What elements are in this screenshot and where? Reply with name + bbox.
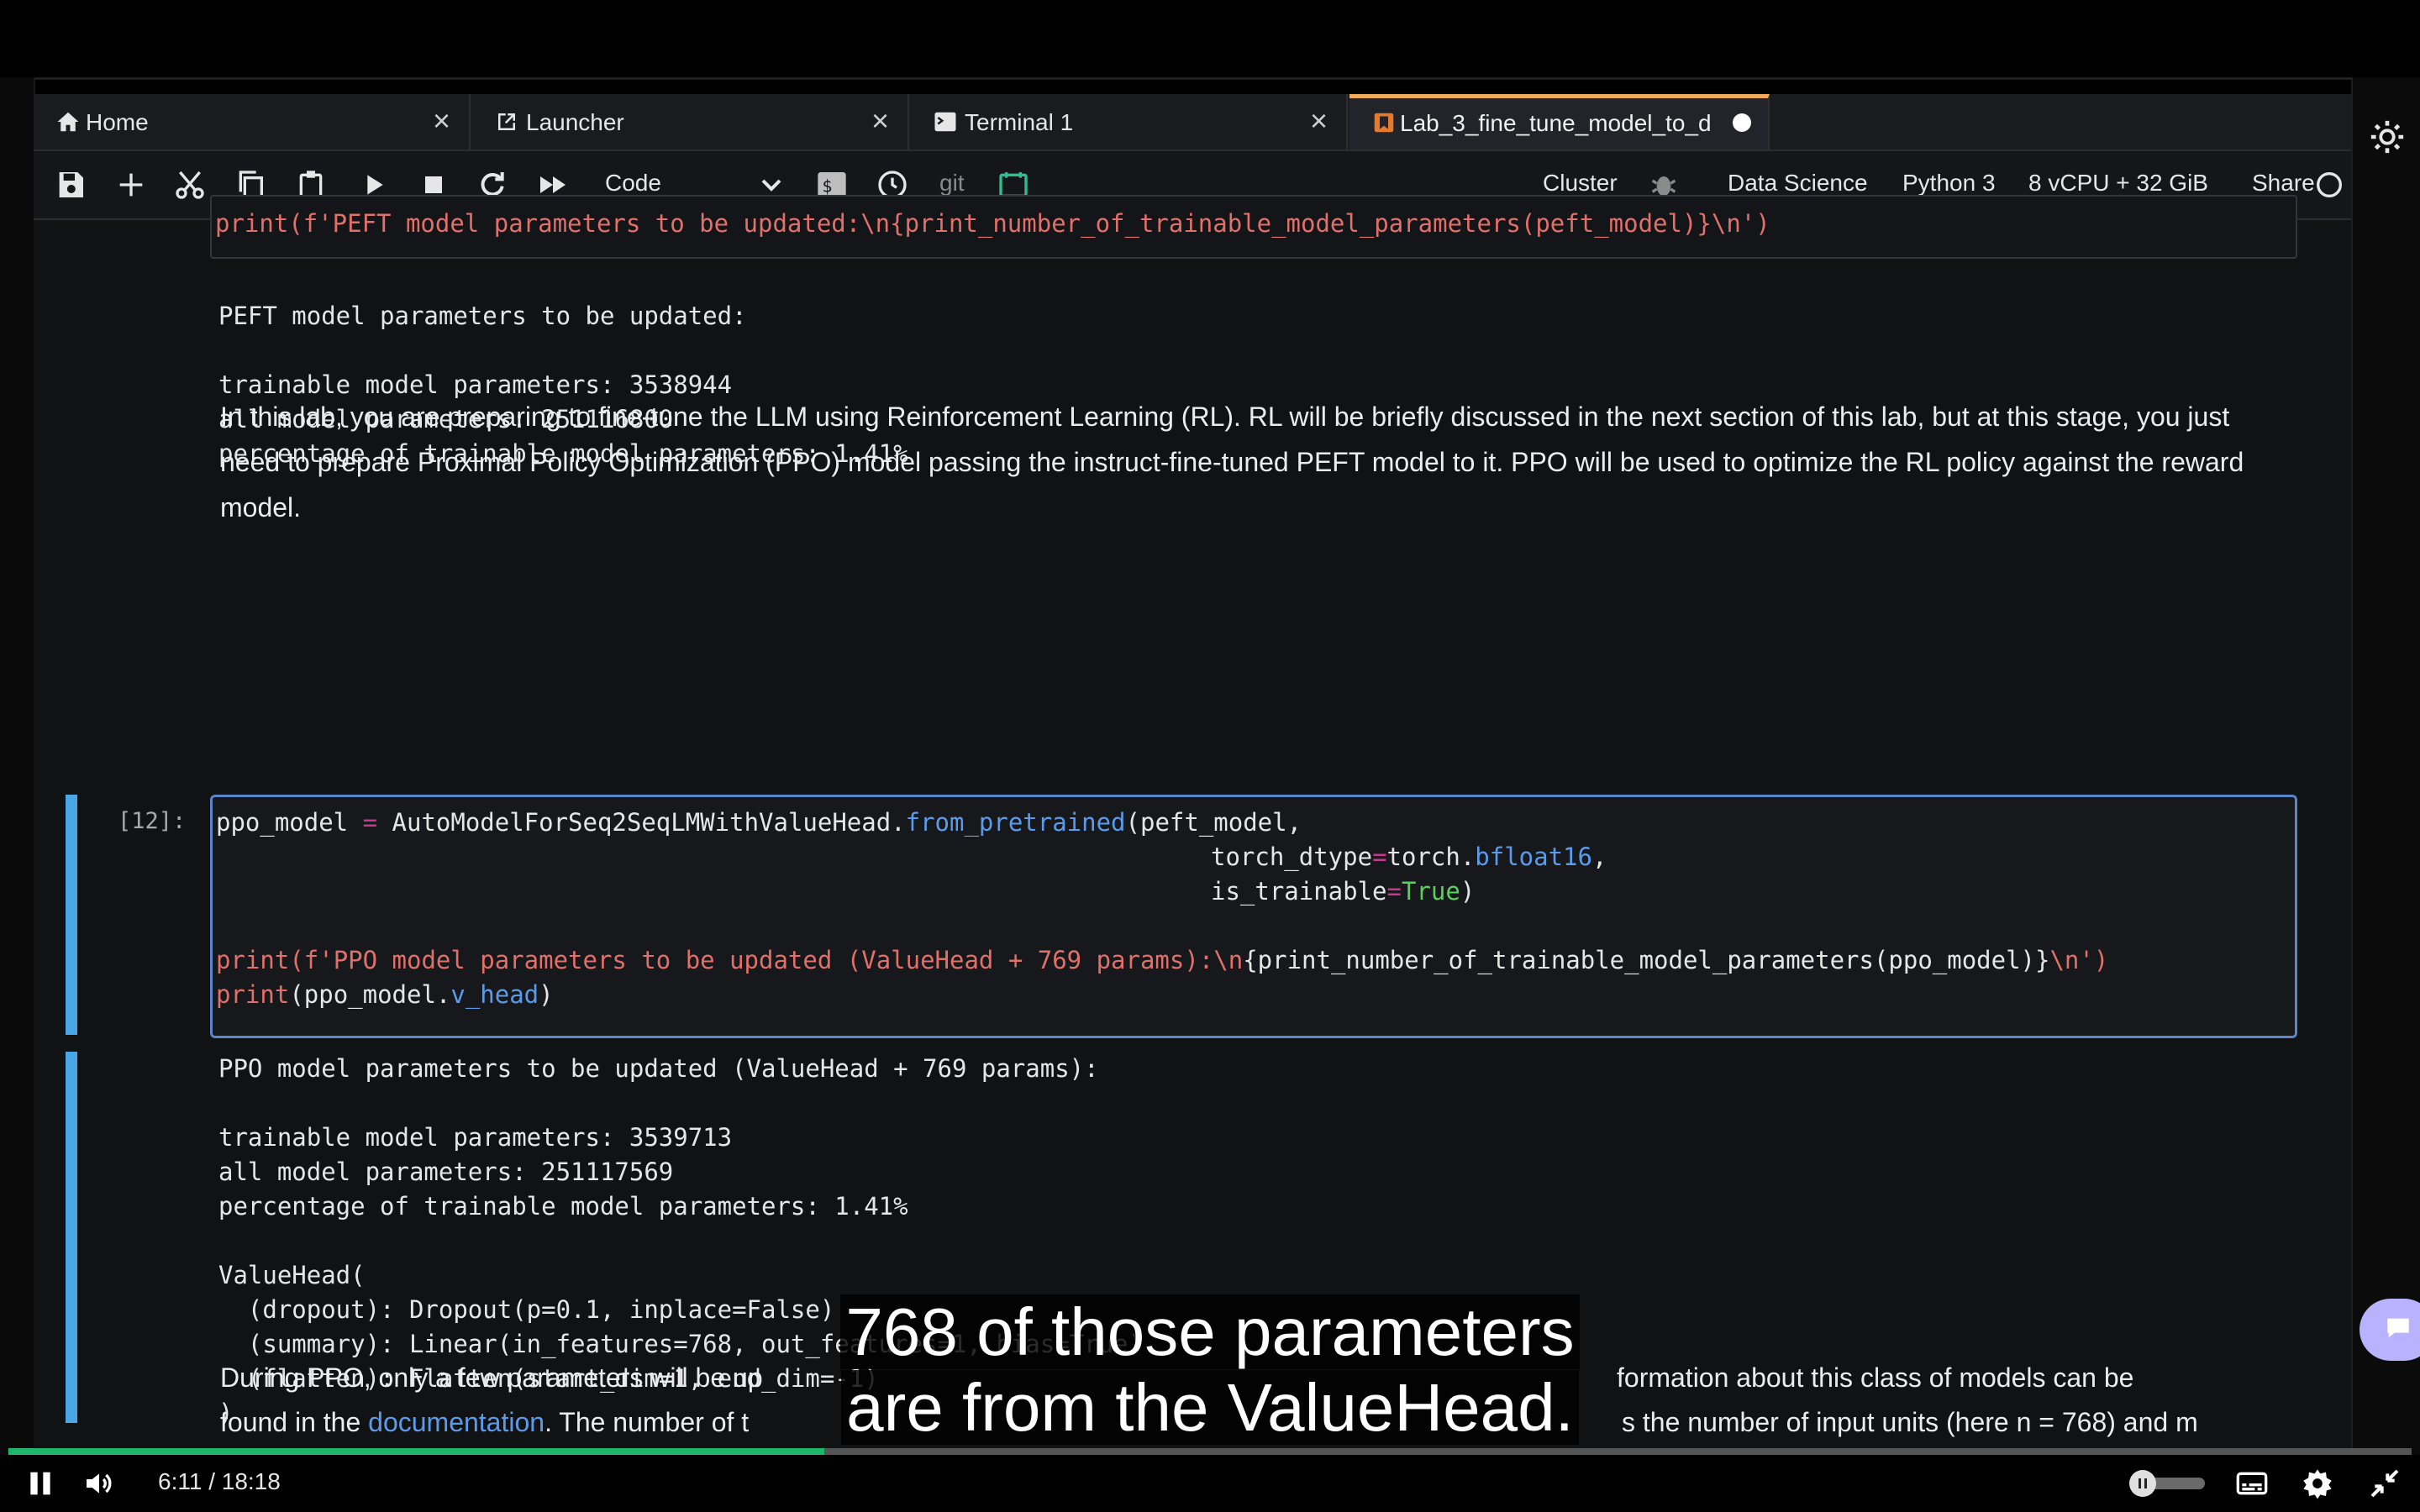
tab-label: Lab_3_fine_tune_model_to_d	[1400, 110, 1712, 136]
add-cell-icon[interactable]	[114, 168, 148, 202]
share-button[interactable]: Share	[2252, 170, 2315, 197]
left-gutter	[0, 77, 35, 1455]
jupyter-app: Home × Launcher × Terminal 1 × Lab_3_fin…	[34, 94, 2351, 1448]
cell-type-select[interactable]: Code	[605, 170, 661, 197]
tab-bar: Home × Launcher × Terminal 1 × Lab_3_fin…	[34, 94, 2351, 151]
external-link-icon	[498, 113, 515, 130]
pause-icon[interactable]	[24, 1467, 57, 1500]
output-line: ValueHead(	[218, 1261, 366, 1289]
tab-label: Terminal 1	[965, 109, 1074, 135]
code-cell-12[interactable]: ppo_model = AutoModelForSeq2SeqLMWithVal…	[210, 795, 2297, 1038]
kernel-image-label[interactable]: Data Science	[1728, 170, 1868, 197]
video-progress-fill	[8, 1448, 824, 1455]
exit-fullscreen-icon[interactable]	[2368, 1467, 2402, 1500]
output-line: percentage of trainable model parameters…	[218, 1192, 908, 1221]
subtitle-line-2: are from the ValueHead.	[790, 1370, 1630, 1445]
markdown-cell-rl-intro: In this lab, you are preparing to fine-t…	[220, 402, 2244, 522]
close-icon[interactable]: ×	[871, 106, 889, 136]
video-controls: 6:11 / 18:18	[0, 1455, 2420, 1512]
subtitle-line-1: 768 of those parameters	[790, 1294, 1630, 1369]
code-line: print(f'PEFT model parameters to be upda…	[215, 209, 1770, 238]
notebook-icon	[1374, 113, 1394, 133]
terminal-icon	[934, 112, 956, 132]
git-button[interactable]: git	[939, 170, 965, 197]
close-icon[interactable]: ×	[433, 106, 450, 136]
close-icon[interactable]: ×	[1310, 106, 1328, 136]
chat-icon	[2387, 1318, 2409, 1338]
pause-small-icon	[2139, 1478, 2147, 1488]
kernel-name-label[interactable]: Python 3	[1902, 170, 1996, 197]
video-progress-bar[interactable]	[8, 1448, 2412, 1455]
code-line: is_trainable=True)	[1211, 877, 1476, 906]
tab-launcher[interactable]: Launcher ×	[472, 94, 909, 150]
chat-button[interactable]	[2360, 1299, 2420, 1361]
code-line: ppo_model = AutoModelForSeq2SeqLMWithVal…	[216, 808, 1302, 837]
markdown-line: During PPO, only a few parameters will b…	[220, 1362, 763, 1393]
video-time: 6:11 / 18:18	[158, 1468, 281, 1494]
output-line: PPO model parameters to be updated (Valu…	[218, 1054, 1099, 1083]
tab-home[interactable]: Home ×	[34, 94, 471, 150]
code-line: torch_dtype=torch.bfloat16,	[1211, 843, 1607, 871]
code-cell-previous[interactable]: print(f'PEFT model parameters to be upda…	[210, 195, 2297, 259]
home-icon	[57, 112, 79, 132]
cell-selection-bar[interactable]	[66, 795, 77, 1035]
markdown-line: formation about this class of models can…	[1617, 1362, 2134, 1393]
unsaved-dot-icon[interactable]	[1733, 113, 1751, 132]
tab-label: Launcher	[526, 109, 624, 135]
execution-count: [12]:	[118, 808, 187, 834]
output-line: PEFT model parameters to be updated:	[218, 302, 747, 330]
settings-gear-icon[interactable]	[2368, 118, 2407, 156]
captions-icon[interactable]	[2235, 1467, 2269, 1500]
output-line: all model parameters: 251117569	[218, 1158, 674, 1186]
output-line: trainable model parameters: 3539713	[218, 1123, 733, 1152]
tab-lab3-notebook[interactable]: Lab_3_fine_tune_model_to_d	[1349, 94, 1770, 150]
code-line: print(f'PPO model parameters to be updat…	[216, 946, 2109, 974]
notebook-content: print(f'PEFT model parameters to be upda…	[34, 195, 2351, 1448]
autoplay-toggle[interactable]	[2129, 1470, 2205, 1497]
code-line: print(ppo_model.v_head)	[216, 980, 554, 1009]
instance-type-label[interactable]: 8 vCPU + 32 GiB	[2028, 170, 2208, 197]
save-icon[interactable]	[54, 168, 87, 202]
video-top-letterbox	[0, 0, 2420, 80]
output-selection-bar[interactable]	[66, 1052, 77, 1423]
right-sidebar	[2351, 77, 2420, 1455]
cut-icon[interactable]	[173, 168, 207, 202]
settings-icon[interactable]	[2301, 1467, 2334, 1500]
cluster-button[interactable]: Cluster	[1543, 170, 1618, 197]
svg-text:$_: $_	[822, 176, 843, 196]
markdown-line: s the number of input units (here n = 76…	[1622, 1407, 2198, 1437]
code-editor[interactable]: ppo_model = AutoModelForSeq2SeqLMWithVal…	[216, 806, 2108, 1012]
documentation-link[interactable]: documentation	[368, 1407, 544, 1437]
markdown-line: found in the documentation. The number o…	[220, 1407, 750, 1437]
kernel-status-icon	[2317, 172, 2342, 197]
tab-terminal[interactable]: Terminal 1 ×	[911, 94, 1348, 150]
volume-icon[interactable]	[82, 1467, 116, 1500]
tab-label: Home	[86, 109, 149, 135]
